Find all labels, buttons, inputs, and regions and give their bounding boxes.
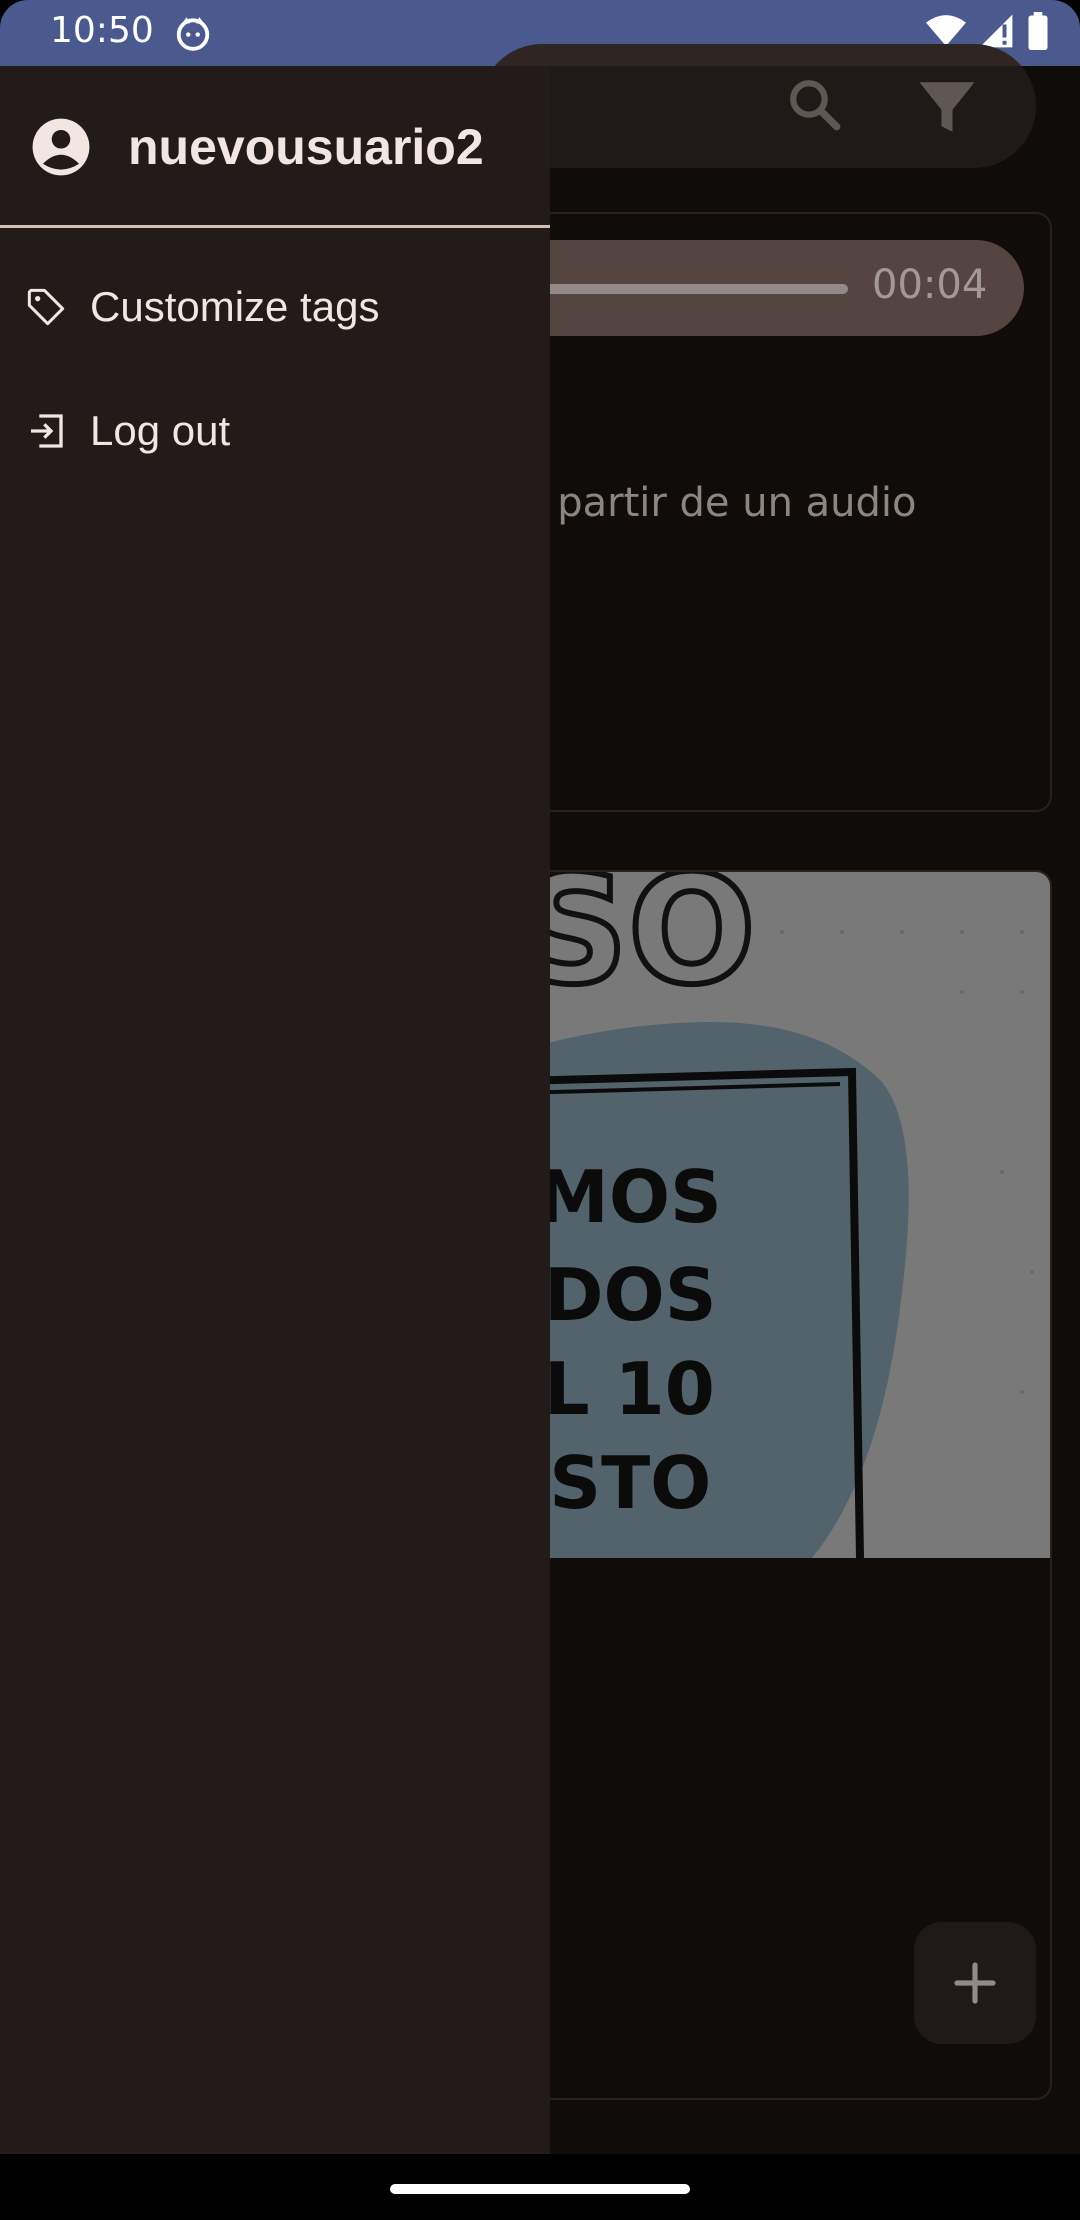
cat-notification-icon [176, 17, 210, 51]
drawer-header: nuevousuario2 [0, 66, 550, 228]
home-gesture-handle[interactable] [390, 2184, 690, 2194]
drawer-username: nuevousuario2 [128, 119, 484, 175]
battery-icon [1028, 12, 1048, 50]
status-time: 10:50 [50, 10, 154, 51]
drawer-item-label: Log out [90, 407, 231, 454]
drawer-item-label: Customize tags [90, 283, 380, 330]
account-circle-icon [32, 118, 90, 176]
system-navigation-bar [0, 2154, 1080, 2220]
logout-icon [31, 414, 63, 448]
drawer-item-log-out[interactable]: Log out [0, 376, 550, 486]
tag-icon [27, 288, 65, 326]
navigation-drawer: nuevousuario2 Customize tags Log out [0, 66, 550, 2154]
drawer-item-customize-tags[interactable]: Customize tags [0, 252, 550, 362]
